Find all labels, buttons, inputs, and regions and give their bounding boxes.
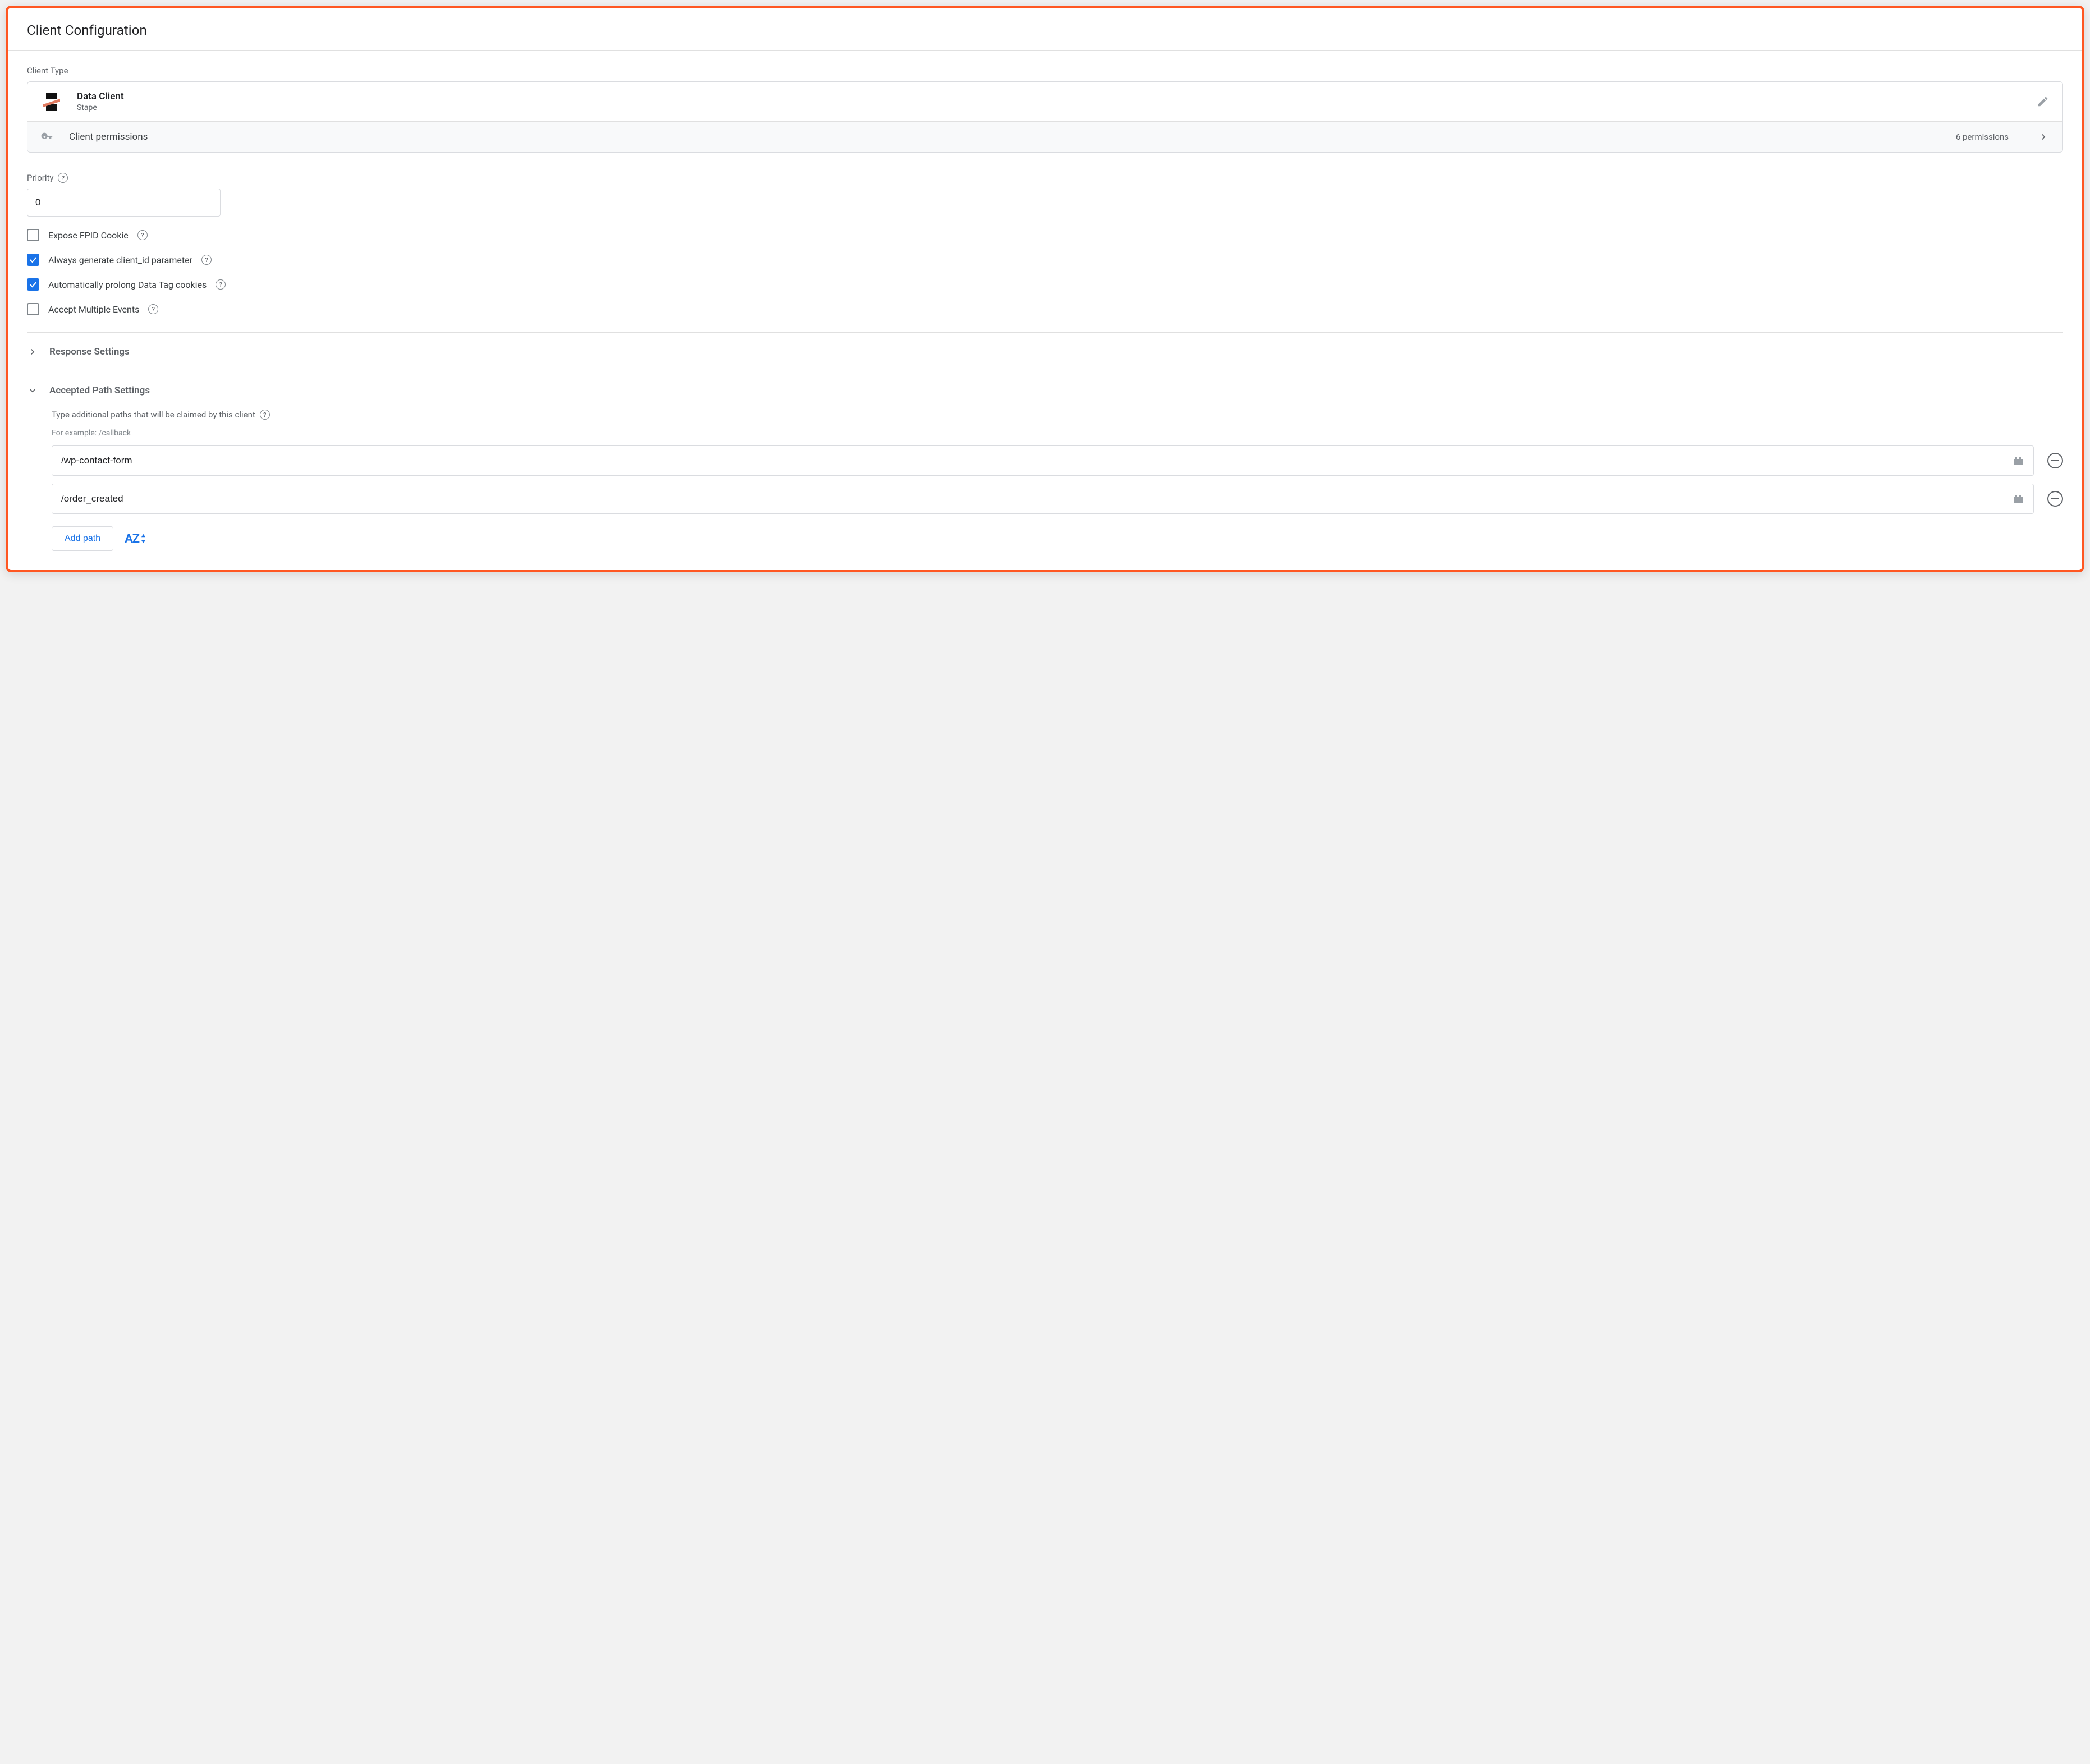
checkbox-label: Expose FPID Cookie bbox=[48, 230, 129, 241]
sort-arrows-icon bbox=[141, 534, 146, 544]
chevron-right-icon bbox=[2038, 131, 2049, 143]
priority-input[interactable] bbox=[27, 189, 221, 217]
edit-icon[interactable] bbox=[2037, 95, 2049, 108]
help-icon[interactable]: ? bbox=[201, 255, 212, 265]
priority-label: Priority ? bbox=[27, 173, 2063, 183]
insert-variable-button[interactable] bbox=[2002, 484, 2033, 513]
path-input[interactable] bbox=[52, 446, 2002, 475]
checkbox-expose-fpid[interactable]: Expose FPID Cookie ? bbox=[27, 229, 2063, 241]
path-row bbox=[52, 445, 2063, 476]
client-type-box: Data Client Stape Client permissions 6 p… bbox=[27, 81, 2063, 153]
accepted-paths-helper: Type additional paths that will be claim… bbox=[52, 410, 2063, 420]
checkbox-icon[interactable] bbox=[27, 278, 39, 291]
response-settings-expander[interactable]: Response Settings bbox=[27, 333, 2063, 371]
checkbox-accept-multiple[interactable]: Accept Multiple Events ? bbox=[27, 303, 2063, 315]
permissions-label: Client permissions bbox=[69, 131, 148, 143]
insert-variable-button[interactable] bbox=[2002, 446, 2033, 475]
path-input[interactable] bbox=[52, 484, 2002, 513]
remove-path-button[interactable] bbox=[2047, 491, 2063, 507]
checkbox-icon[interactable] bbox=[27, 229, 39, 241]
checkbox-label: Accept Multiple Events bbox=[48, 304, 139, 315]
accepted-paths-example: For example: /callback bbox=[52, 429, 2063, 438]
accepted-paths-title: Accepted Path Settings bbox=[49, 385, 150, 396]
help-icon[interactable]: ? bbox=[148, 304, 158, 314]
page-title: Client Configuration bbox=[8, 8, 2082, 51]
client-vendor: Stape bbox=[77, 103, 124, 112]
checkbox-icon[interactable] bbox=[27, 303, 39, 315]
accepted-paths-expander[interactable]: Accepted Path Settings bbox=[27, 371, 2063, 410]
chevron-down-icon bbox=[27, 385, 38, 396]
help-icon[interactable]: ? bbox=[58, 173, 68, 183]
remove-path-button[interactable] bbox=[2047, 453, 2063, 468]
checkbox-label: Always generate client_id parameter bbox=[48, 255, 192, 265]
sort-paths-button[interactable]: AZ bbox=[125, 532, 146, 546]
lego-icon bbox=[2011, 454, 2025, 467]
key-icon bbox=[41, 131, 53, 143]
checkbox-label: Automatically prolong Data Tag cookies bbox=[48, 279, 207, 290]
path-row bbox=[52, 484, 2063, 514]
help-icon[interactable]: ? bbox=[138, 230, 148, 240]
client-type-label: Client Type bbox=[27, 66, 2063, 76]
response-settings-title: Response Settings bbox=[49, 346, 130, 357]
add-path-button[interactable]: Add path bbox=[52, 526, 113, 551]
client-type-row[interactable]: Data Client Stape bbox=[27, 82, 2062, 121]
chevron-right-icon bbox=[27, 346, 38, 357]
lego-icon bbox=[2011, 492, 2025, 506]
help-icon[interactable]: ? bbox=[216, 279, 226, 290]
stape-logo-icon bbox=[42, 92, 61, 111]
checkbox-auto-prolong[interactable]: Automatically prolong Data Tag cookies ? bbox=[27, 278, 2063, 291]
client-permissions-row[interactable]: Client permissions 6 permissions bbox=[27, 121, 2062, 152]
checkbox-always-clientid[interactable]: Always generate client_id parameter ? bbox=[27, 254, 2063, 266]
help-icon[interactable]: ? bbox=[260, 410, 270, 420]
permissions-count: 6 permissions bbox=[1956, 132, 2009, 142]
client-config-panel: Client Configuration Client Type Data Cl… bbox=[6, 6, 2084, 572]
checkbox-icon[interactable] bbox=[27, 254, 39, 266]
client-name: Data Client bbox=[77, 91, 124, 102]
